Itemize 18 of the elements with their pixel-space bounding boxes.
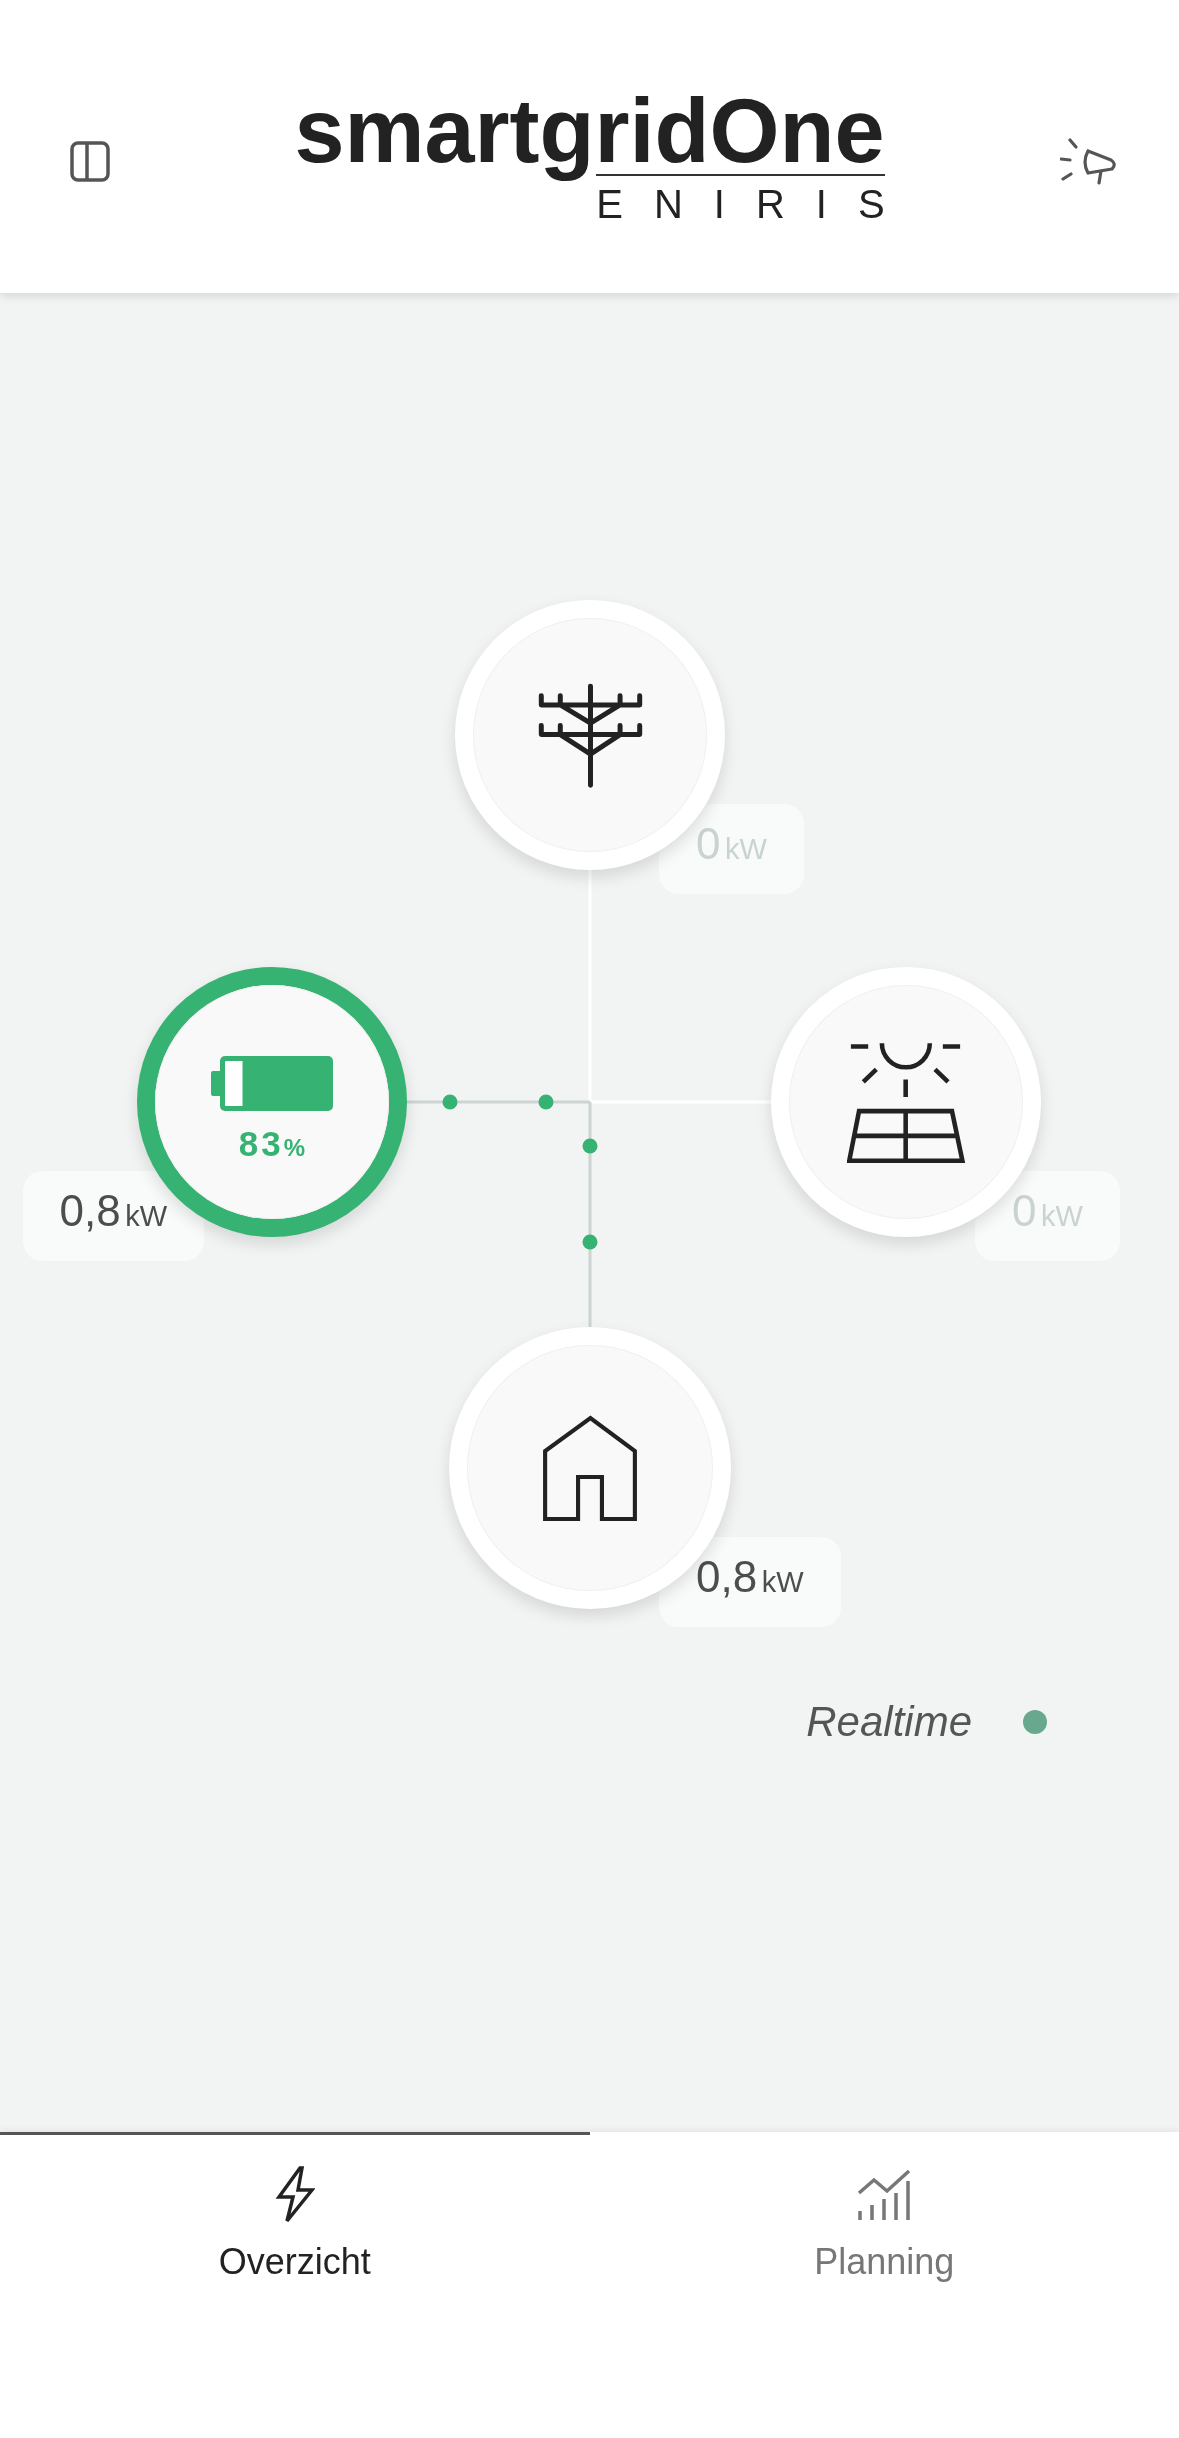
megaphone-icon [1060,137,1118,186]
tab[interactable]: Planning [589,2132,1179,2438]
logo-tagline: ENIRIS [596,181,916,227]
solar-panel-icon [847,1040,965,1164]
logo-wordmark: smartgridOne [294,79,885,183]
lightning-icon [274,2166,315,2223]
house-icon [541,1414,639,1522]
tab[interactable]: Overzicht [0,2132,590,2438]
power-reading: 0,8 kW [696,1551,804,1603]
status-label: Realtime [806,1697,972,1747]
flow-dot-icon [582,1138,598,1154]
flow-dot-icon [582,1234,598,1250]
flow-dot-icon [442,1094,458,1110]
sidebar-icon [70,141,110,182]
battery-percentage: 83% [238,1124,306,1165]
battery-icon [211,1056,333,1111]
chart-icon [857,2169,912,2220]
flow-dot-icon [538,1094,554,1110]
